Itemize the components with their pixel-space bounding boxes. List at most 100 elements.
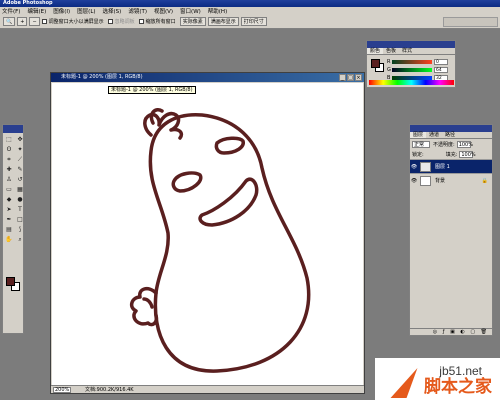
ignore-palettes-option[interactable]: 忽略调板: [107, 18, 135, 25]
tab-paths[interactable]: 路径: [442, 132, 458, 138]
shape-tool-icon[interactable]: □: [15, 215, 25, 224]
color-spectrum-bar[interactable]: [369, 80, 454, 85]
lock-label: 锁定:: [412, 151, 424, 158]
zoom-all-option[interactable]: 缩放所有窗口: [138, 18, 176, 25]
eye-icon[interactable]: 👁: [410, 178, 418, 184]
red-value-field[interactable]: 0: [434, 58, 448, 65]
menu-bar: 文件(F) 编辑(E) 图像(I) 图层(L) 选择(S) 滤镜(T) 视图(V…: [0, 7, 500, 15]
checkbox-icon[interactable]: [107, 19, 113, 24]
eraser-tool-icon[interactable]: ▭: [4, 185, 14, 194]
layer-name: 图层 1: [435, 164, 450, 170]
character-mouth: [198, 177, 259, 227]
menu-filter[interactable]: 滤镜(T): [128, 7, 147, 15]
layer-thumbnail: [420, 161, 431, 172]
document-tooltip: 未标题-1 @ 200% (图层 1, RGB/8): [108, 86, 196, 94]
document-title: 未标题-1 @ 200% (图层 1, RGB/8): [61, 74, 143, 80]
checkbox-icon[interactable]: [41, 19, 47, 24]
green-value-field[interactable]: 64: [434, 66, 448, 73]
print-size-button[interactable]: 打印尺寸: [240, 17, 267, 26]
document-size-info[interactable]: 文档:900.2K/916.4K: [85, 386, 134, 393]
menu-layer[interactable]: 图层(L): [77, 7, 95, 15]
layer-row[interactable]: 👁 图层 1: [410, 159, 492, 173]
green-slider[interactable]: [392, 67, 432, 72]
opacity-label: 不透明度:: [433, 141, 455, 148]
crop-tool-icon[interactable]: ⌗: [4, 155, 14, 164]
stamp-tool-icon[interactable]: ♙: [4, 175, 14, 184]
zoom-in-icon[interactable]: +: [17, 17, 28, 26]
zoom-out-icon[interactable]: −: [29, 17, 40, 26]
blend-mode-select[interactable]: 正常: [412, 140, 430, 148]
path-select-tool-icon[interactable]: ➤: [4, 205, 14, 214]
options-bar: 🔍 + − 调整窗口大小以满屏显示 忽略调板 缩放所有窗口 实际像素 满画布显示…: [0, 15, 500, 29]
pen-tool-icon[interactable]: ✒: [4, 215, 14, 224]
slice-tool-icon[interactable]: ⟋: [15, 155, 25, 164]
gradient-tool-icon[interactable]: ▦: [15, 185, 25, 194]
close-icon[interactable]: ×: [355, 74, 362, 81]
tab-layers[interactable]: 图层: [410, 132, 427, 138]
app-title-bar: Adobe Photoshop: [0, 0, 500, 7]
checkbox-icon[interactable]: [138, 19, 144, 24]
fill-label: 填充:: [445, 151, 458, 158]
opacity-field[interactable]: 100%: [456, 140, 473, 148]
tab-swatches[interactable]: 色板: [383, 48, 399, 54]
character-eye-left: [171, 171, 203, 193]
type-tool-icon[interactable]: T: [15, 205, 25, 214]
blue-slider[interactable]: [392, 75, 432, 80]
zoom-level-field[interactable]: 200%: [53, 386, 71, 393]
resize-window-option[interactable]: 调整窗口大小以满屏显示: [41, 18, 104, 25]
color-palette: 颜色 色板 样式 R 0 G 64 B 32: [366, 40, 456, 88]
fit-screen-button[interactable]: 满画布显示: [207, 17, 239, 26]
menu-edit[interactable]: 编辑(E): [27, 7, 46, 15]
character-hand-finger: [142, 297, 154, 309]
eyedropper-tool-icon[interactable]: ⟆: [15, 225, 25, 234]
menu-select[interactable]: 选择(S): [103, 7, 122, 15]
layers-footer-icons[interactable]: ◎ ƒ ▣ ◐ ▢ 🗑: [410, 328, 492, 335]
tab-styles[interactable]: 样式: [399, 48, 415, 54]
document-canvas[interactable]: [52, 83, 363, 386]
eye-icon[interactable]: 👁: [410, 164, 418, 170]
foreground-color-swatch[interactable]: [6, 277, 15, 286]
tools-palette: ⬚ ✥ ʘ ✦ ⌗ ⟋ ✚ ✎ ♙ ↺ ▭ ▦ ◆ ● ➤ T ✒ □ ▤ ⟆ …: [2, 124, 24, 334]
tab-channels[interactable]: 通道: [426, 132, 442, 138]
layer-thumbnail: [420, 175, 431, 186]
menu-window[interactable]: 窗口(W): [180, 7, 201, 15]
fill-field[interactable]: 100%: [459, 150, 476, 158]
notes-tool-icon[interactable]: ▤: [4, 225, 14, 234]
hand-tool-icon[interactable]: ✋: [4, 235, 14, 244]
layers-palette-header[interactable]: [410, 125, 492, 132]
menu-file[interactable]: 文件(F): [2, 7, 20, 15]
menu-help[interactable]: 帮助(H): [208, 7, 227, 15]
healing-brush-tool-icon[interactable]: ✚: [4, 165, 14, 174]
marquee-tool-icon[interactable]: ⬚: [4, 135, 14, 144]
green-slider-row: G 64: [387, 66, 448, 73]
watermark-name: 脚本之家: [424, 377, 492, 397]
layer-row[interactable]: 👁 背景 🔒: [410, 173, 492, 187]
foreground-color-swatch[interactable]: [371, 59, 380, 68]
red-slider[interactable]: [392, 59, 432, 64]
document-title-bar[interactable]: 未标题-1 @ 200% (图层 1, RGB/8) _ □ ×: [51, 73, 364, 82]
tools-palette-header[interactable]: [3, 125, 23, 133]
zoom-tool-icon[interactable]: 🔍: [3, 17, 16, 26]
tab-color[interactable]: 颜色: [367, 48, 384, 54]
actual-pixels-button[interactable]: 实际像素: [179, 17, 206, 26]
move-tool-icon[interactable]: ✥: [15, 135, 25, 144]
drawing: [129, 108, 311, 373]
layer-name: 背景: [435, 178, 446, 184]
brush-tool-icon[interactable]: ✎: [15, 165, 25, 174]
maximize-icon[interactable]: □: [347, 74, 354, 81]
blur-tool-icon[interactable]: ◆: [4, 195, 14, 204]
menu-image[interactable]: 图像(I): [53, 7, 70, 15]
palette-well: [443, 17, 498, 27]
lasso-tool-icon[interactable]: ʘ: [4, 145, 14, 154]
zoom-tool-icon[interactable]: ⌕: [15, 235, 25, 244]
color-palette-header[interactable]: [367, 41, 455, 48]
character-eye-right: [214, 136, 245, 155]
magic-wand-tool-icon[interactable]: ✦: [15, 145, 25, 154]
document-status-bar: 200% 文档:900.2K/916.4K: [51, 385, 364, 393]
menu-view[interactable]: 视图(V): [154, 7, 173, 15]
dodge-tool-icon[interactable]: ●: [15, 195, 25, 204]
document-window: 未标题-1 @ 200% (图层 1, RGB/8) _ □ × 200% 文档…: [50, 72, 365, 394]
minimize-icon[interactable]: _: [339, 74, 346, 81]
red-slider-row: R 0: [387, 58, 448, 65]
history-brush-tool-icon[interactable]: ↺: [15, 175, 25, 184]
